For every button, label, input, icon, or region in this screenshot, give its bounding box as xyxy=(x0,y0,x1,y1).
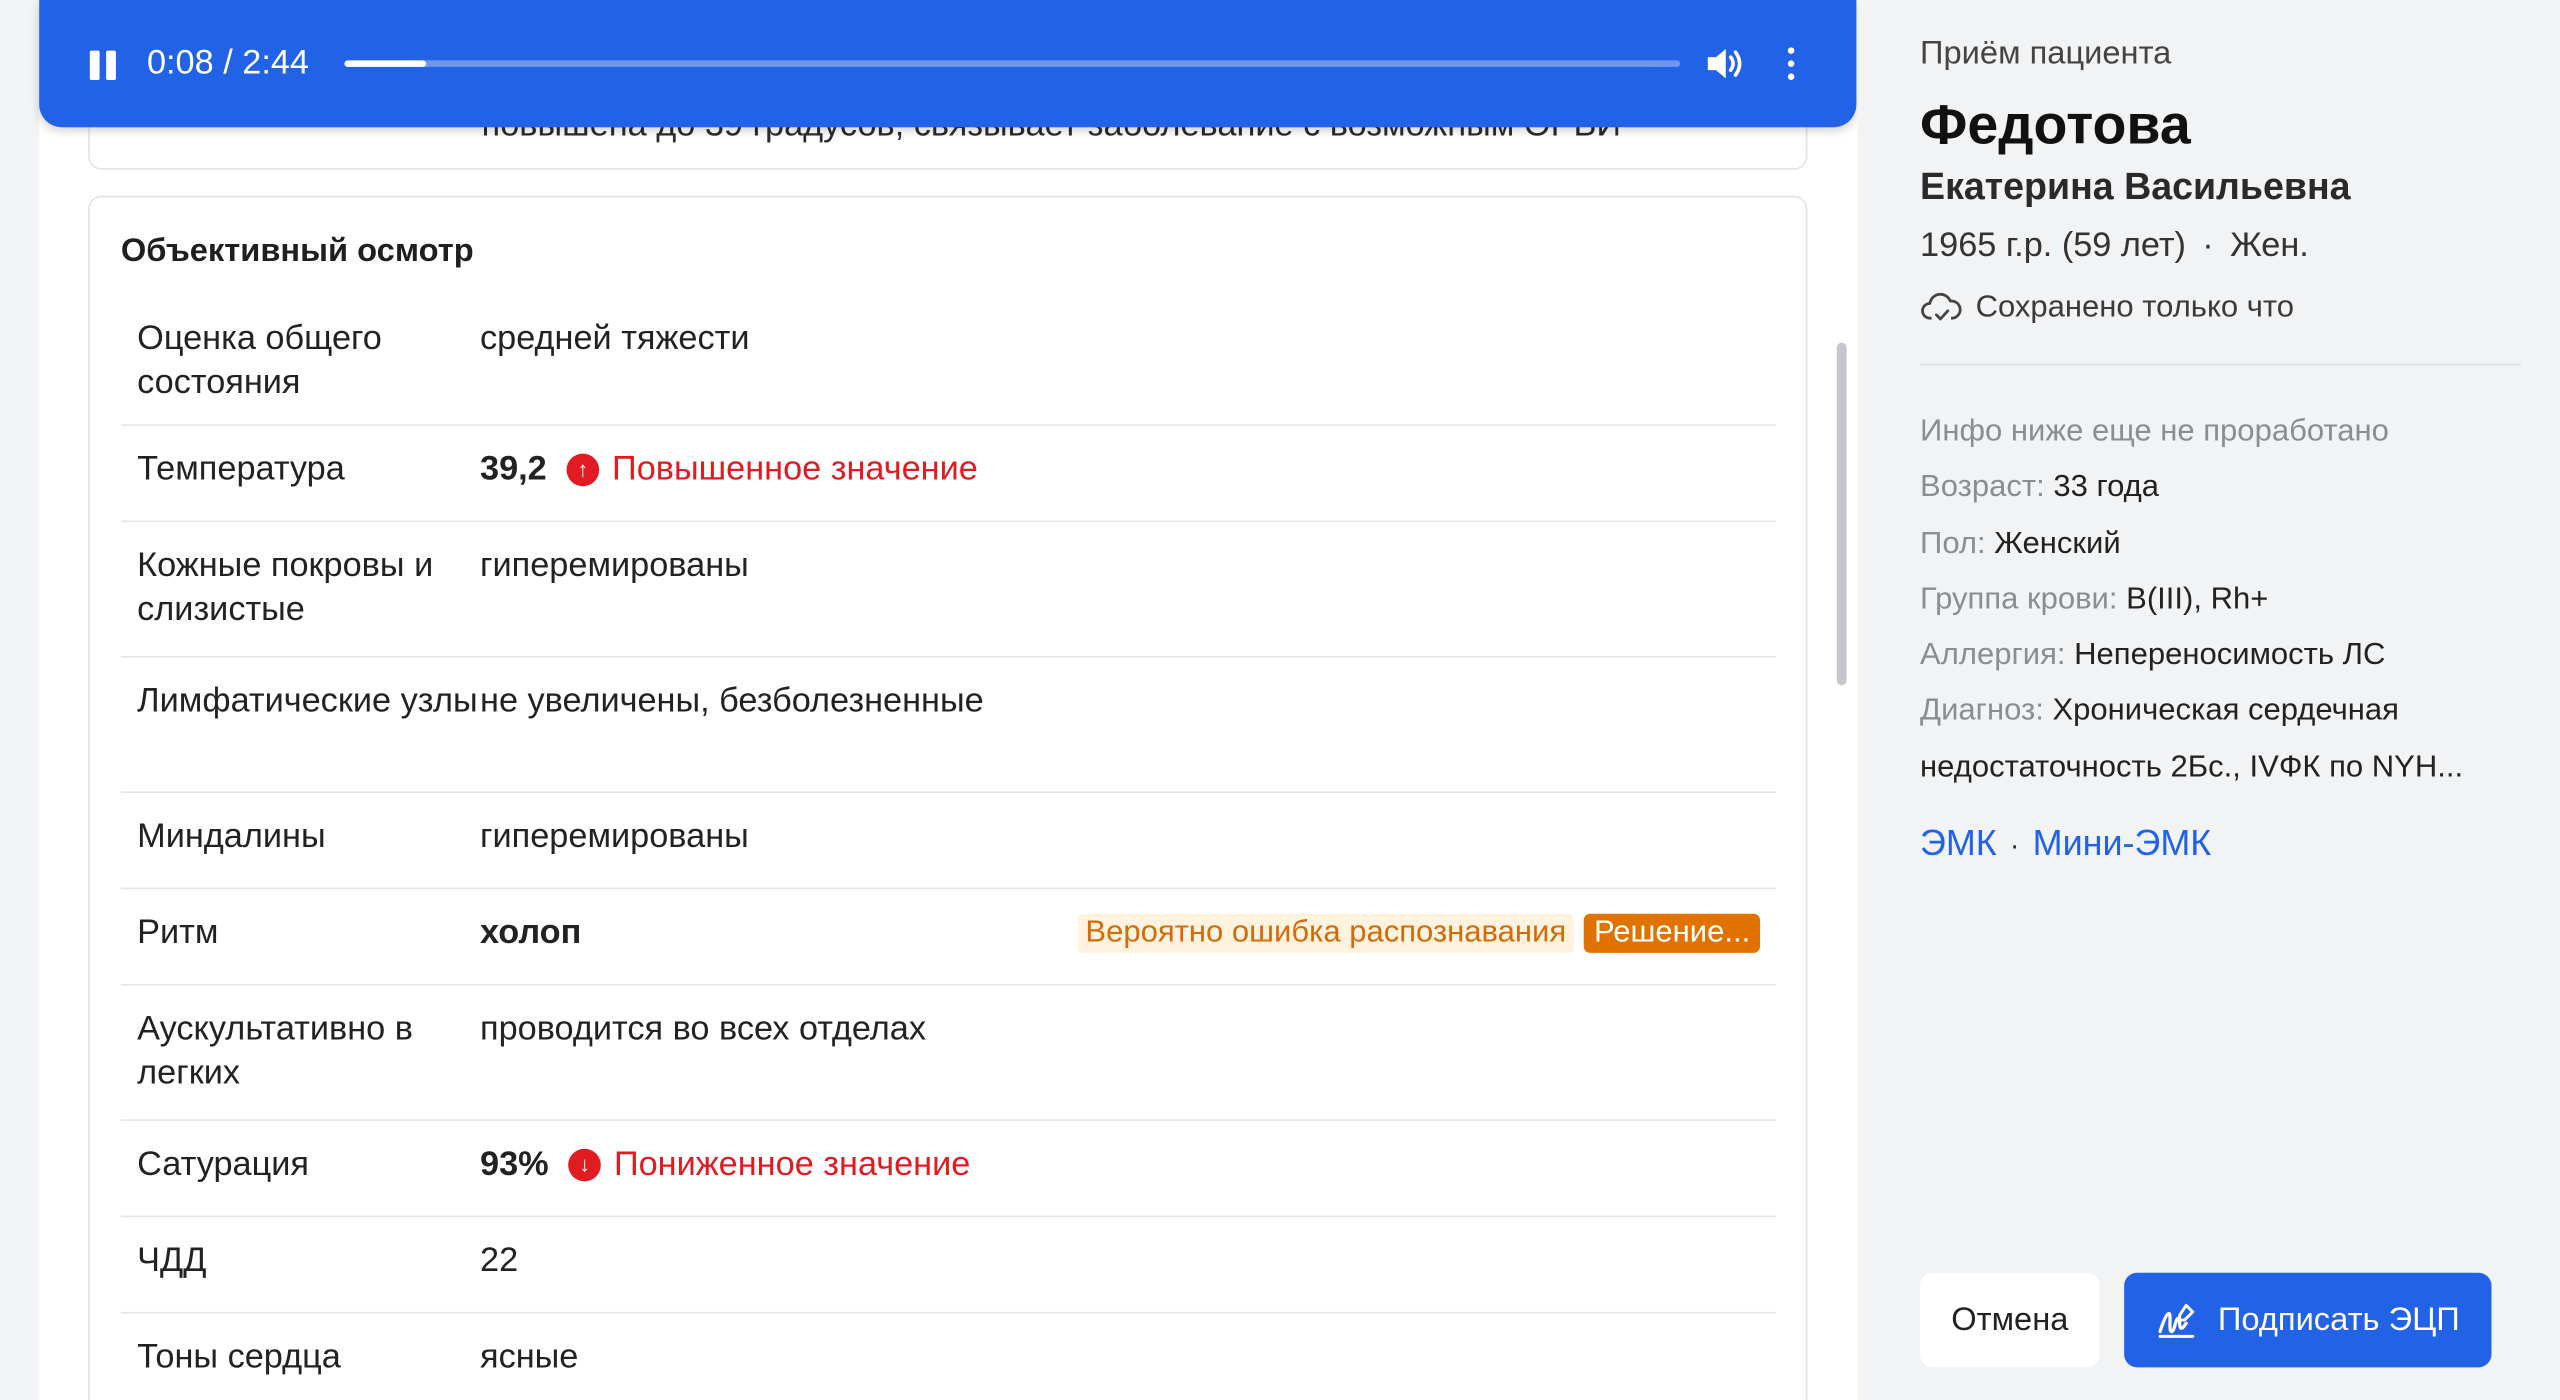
section-title: Объективный осмотр xyxy=(120,233,474,270)
row-value[interactable]: средней тяжести xyxy=(480,295,1776,360)
sex-short: Жен. xyxy=(2230,226,2309,265)
info-diagnosis: Диагноз: Хроническая сердечная недостато… xyxy=(1920,694,2464,785)
patient-sidebar: Приём пациента Федотова Екатерина Василь… xyxy=(1858,0,2560,1400)
row-value[interactable]: гиперемированы xyxy=(480,793,1776,858)
table-row: Сатурация 93% ↓ Пониженное значение xyxy=(120,1121,1777,1218)
sign-button[interactable]: Подписать ЭЦП xyxy=(2124,1272,2492,1368)
progress-track[interactable] xyxy=(344,60,1681,67)
resolve-button[interactable]: Решение... xyxy=(1584,913,1761,953)
volume-icon xyxy=(1707,48,1742,79)
saturation-value: 93% xyxy=(480,1145,549,1183)
recognition-warning: Вероятно ошибка распознавания Решение... xyxy=(1077,913,1761,953)
info-allergy: Аллергия: Непереносимость ЛС xyxy=(1920,638,2386,673)
pause-button[interactable] xyxy=(87,47,123,83)
info-sex: Пол: Женский xyxy=(1920,526,2121,561)
row-value[interactable]: 39,2 ↑ Повышенное значение xyxy=(480,426,1776,491)
row-label: Аускультативно в легких xyxy=(137,1010,413,1092)
patient-first-names: Екатерина Васильевна xyxy=(1920,164,2351,208)
table-row: Оценка общего состояния средней тяжести xyxy=(120,295,1777,426)
row-value[interactable]: 22 xyxy=(480,1217,1776,1282)
table-row: Лимфатические узлы не увеличены, безболе… xyxy=(120,658,1777,794)
row-value[interactable]: гиперемированы xyxy=(480,522,1776,587)
row-label: ЧДД xyxy=(137,1241,207,1280)
arrow-down-icon: ↓ xyxy=(568,1147,601,1181)
exam-table: Оценка общего состояния средней тяжести … xyxy=(120,295,1777,1400)
birth-info: 1965 г.р. (59 лет) xyxy=(1920,226,2186,265)
warning-badge: Вероятно ошибка распознавания xyxy=(1077,913,1575,953)
table-row: Кожные покровы и слизистые гиперемирован… xyxy=(120,522,1777,658)
arrow-up-icon: ↑ xyxy=(566,452,599,486)
high-value-flag: ↑ Повышенное значение xyxy=(566,447,978,491)
temperature-value: 39,2 xyxy=(480,450,547,488)
low-value-flag: ↓ Пониженное значение xyxy=(568,1142,970,1186)
objective-exam-card: Объективный осмотр Оценка общего состоян… xyxy=(88,195,1808,1400)
flag-text: Пониженное значение xyxy=(613,1145,971,1183)
row-label: Лимфатические узлы xyxy=(137,682,478,720)
emk-link[interactable]: ЭМК xyxy=(1920,822,1997,863)
audio-player: 0:08 / 2:44 xyxy=(39,0,1857,128)
row-value[interactable]: 93% ↓ Пониженное значение xyxy=(480,1121,1776,1186)
row-value[interactable]: не увеличены, безболезненные xyxy=(480,658,1776,723)
more-options-button[interactable] xyxy=(1783,47,1799,83)
row-label: Миндалины xyxy=(137,817,326,856)
cloud-check-icon xyxy=(1921,292,1962,321)
row-label: Температура xyxy=(137,450,345,488)
patient-last-name: Федотова xyxy=(1920,94,2191,157)
row-label: Тоны сердца xyxy=(137,1337,341,1376)
table-row: Ритм холоп Вероятно ошибка распознавания… xyxy=(120,889,1777,986)
flag-text: Повышенное значение xyxy=(612,450,978,488)
row-label: Оценка общего состояния xyxy=(137,319,382,402)
signature-icon xyxy=(2159,1303,2195,1338)
info-note: Инфо ниже еще не проработано xyxy=(1920,414,2389,449)
row-label: Ритм xyxy=(137,913,219,952)
info-blood: Группа крови: B(III), Rh+ xyxy=(1920,582,2269,617)
progress-fill xyxy=(344,60,426,67)
row-label: Сатурация xyxy=(137,1145,309,1183)
table-row: Тоны сердца ясные xyxy=(121,1314,1777,1400)
save-status: Сохранено только что xyxy=(1920,290,2294,326)
page-subtitle: Приём пациента xyxy=(1920,35,2172,72)
cancel-button[interactable]: Отмена xyxy=(1920,1272,2100,1368)
row-value[interactable]: ясные xyxy=(480,1314,1776,1379)
patient-info: Инфо ниже еще не проработано Возраст: 33… xyxy=(1920,405,2524,797)
row-label: Кожные покровы и слизистые xyxy=(137,546,434,629)
mini-emk-link[interactable]: Мини-ЭМК xyxy=(2033,822,2212,863)
time-display: 0:08 / 2:44 xyxy=(146,44,309,82)
app-window: повышена до 39 градусов, связывает забол… xyxy=(0,0,2560,1400)
divider xyxy=(1920,363,2521,366)
row-value[interactable]: проводится во всех отделах xyxy=(480,986,1776,1051)
record-links: ЭМК · Мини-ЭМК xyxy=(1920,822,2212,864)
table-row: ЧДД 22 xyxy=(120,1217,1777,1314)
more-vertical-icon xyxy=(1787,47,1795,54)
table-row: Миндалины гиперемированы xyxy=(120,793,1777,890)
pause-icon xyxy=(89,50,100,80)
table-row: Аускультативно в легких проводится во вс… xyxy=(120,986,1777,1121)
info-age: Возраст: 33 года xyxy=(1920,470,2160,505)
volume-button[interactable] xyxy=(1705,44,1747,83)
table-row: Температура 39,2 ↑ Повышенное значение xyxy=(120,426,1777,523)
scrollbar-thumb[interactable] xyxy=(1836,342,1847,686)
patient-meta: 1965 г.р. (59 лет) · Жен. xyxy=(1920,226,2309,265)
rhythm-value: холоп xyxy=(480,913,582,952)
